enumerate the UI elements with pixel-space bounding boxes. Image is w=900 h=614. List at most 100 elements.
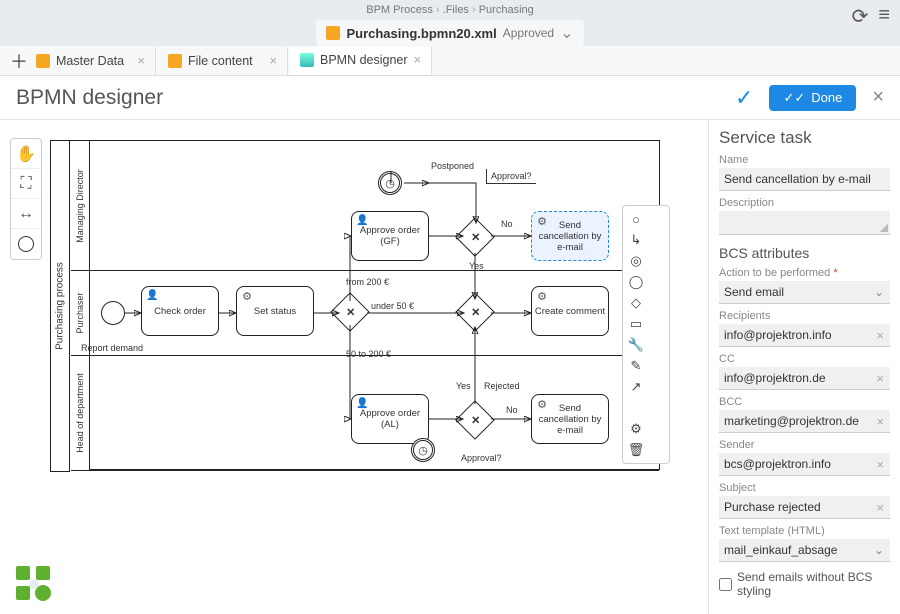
annotation[interactable]: ✎: [627, 357, 645, 375]
service-task-icon: [536, 398, 548, 410]
task-send-cancel-top[interactable]: Send cancellation by e-mail: [531, 211, 609, 261]
edge-label: 50 to 200 €: [346, 349, 391, 359]
name-input[interactable]: Send cancellation by e-mail: [719, 168, 890, 191]
timer-event-top[interactable]: ◷: [378, 171, 402, 195]
master-data-icon: [36, 54, 50, 68]
pool-purchasing-process[interactable]: Purchasing process Managing Director Pur…: [50, 140, 660, 470]
done-label: Done: [811, 90, 842, 105]
breadcrumb[interactable]: BPM Process.FilesPurchasing: [366, 4, 534, 16]
template-label: Text template (HTML): [719, 525, 890, 537]
clear-icon[interactable]: ×: [876, 500, 884, 515]
cc-label: CC: [719, 353, 890, 365]
task-set-status[interactable]: Set status: [236, 286, 314, 336]
edge-label: Yes: [456, 381, 471, 391]
user-task-icon: [356, 215, 368, 227]
lane-label: Managing Director: [70, 141, 90, 270]
append-end-event[interactable]: ◯: [627, 273, 645, 291]
tool-palette: ✋ ⛶ ↔: [10, 138, 42, 260]
task-approve-gf[interactable]: Approve order (GF): [351, 211, 429, 261]
clear-icon[interactable]: ×: [876, 457, 884, 472]
clear-icon[interactable]: ×: [876, 328, 884, 343]
edge-label: Report demand: [81, 343, 143, 353]
lane-label: Head of department: [70, 356, 90, 470]
timer-event-bot[interactable]: ◷: [411, 438, 435, 462]
task-send-cancel-bot[interactable]: Send cancellation by e-mail: [531, 394, 609, 444]
tab-label: File content: [188, 54, 253, 68]
bpmn-canvas[interactable]: ✋ ⛶ ↔ Purchasing process Managing Direct…: [0, 120, 710, 614]
append-gateway[interactable]: ◇: [627, 294, 645, 312]
sender-input[interactable]: bcs@projektron.info×: [719, 453, 890, 476]
change-type[interactable]: 🔧: [627, 336, 645, 354]
no-styling-checkbox[interactable]: [719, 578, 732, 591]
bcs-attributes-title: BCS attributes: [719, 245, 890, 261]
start-event[interactable]: [101, 301, 125, 325]
action-select[interactable]: Send email: [719, 281, 890, 304]
settings-icon[interactable]: ⚙: [627, 420, 645, 438]
tab-label: BPMN designer: [320, 53, 408, 67]
tab-bar: ＋ Master Data × File content × BPMN desi…: [0, 46, 900, 76]
chevron-down-icon[interactable]: ⌄: [560, 23, 573, 43]
file-name: Purchasing.bpmn20.xml: [346, 26, 496, 41]
task-create-comment[interactable]: Create comment: [531, 286, 609, 336]
append-flow[interactable]: ↳: [627, 231, 645, 249]
tab-label: Master Data: [56, 54, 124, 68]
clear-icon[interactable]: ×: [876, 414, 884, 429]
edge-label: Yes: [469, 261, 484, 271]
delete-icon[interactable]: 🗑: [627, 441, 645, 459]
recipients-label: Recipients: [719, 310, 890, 322]
edge-label: under 50 €: [371, 301, 414, 311]
context-palette: ○ ↳ ◎ ◯ ◇ ▭ 🔧 ✎ ↗ ⚙ 🗑: [622, 205, 670, 464]
append-task[interactable]: ▭: [627, 315, 645, 333]
append-intermediate[interactable]: ◎: [627, 252, 645, 270]
description-label: Description: [719, 197, 890, 209]
template-select[interactable]: mail_einkauf_absage: [719, 539, 890, 562]
task-check-order[interactable]: Check order: [141, 286, 219, 336]
close-icon[interactable]: ×: [414, 52, 422, 67]
edge-label: No: [501, 219, 513, 229]
recipients-input[interactable]: info@projektron.info×: [719, 324, 890, 347]
create-start-event[interactable]: [11, 229, 41, 259]
page-title: BPMN designer: [16, 86, 163, 110]
edge-label: Rejected: [484, 381, 520, 391]
space-tool[interactable]: ↔: [11, 199, 41, 229]
done-check-icon: ✓✓: [783, 90, 805, 106]
lasso-tool[interactable]: ⛶: [11, 169, 41, 199]
done-button[interactable]: ✓✓ Done: [769, 85, 856, 111]
no-styling-label: Send emails without BCS styling: [737, 570, 890, 598]
user-task-icon: [356, 398, 368, 410]
add-tab-button[interactable]: ＋: [4, 48, 24, 74]
edge-label: Approval?: [461, 453, 502, 463]
sender-label: Sender: [719, 439, 890, 451]
pool-label: Purchasing process: [50, 140, 70, 472]
file-status: Approved: [503, 26, 554, 40]
action-label: Action to be performed: [719, 267, 890, 279]
tab-bpmn-designer[interactable]: BPMN designer ×: [290, 47, 432, 75]
task-approve-al[interactable]: Approve order (AL): [351, 394, 429, 444]
edge-label: from 200 €: [346, 277, 389, 287]
tab-file-content[interactable]: File content ×: [158, 47, 288, 75]
close-designer-icon[interactable]: ×: [872, 86, 884, 109]
service-task-icon: [241, 290, 253, 302]
hand-tool[interactable]: ✋: [11, 139, 41, 169]
clear-icon[interactable]: ×: [876, 371, 884, 386]
tab-master-data[interactable]: Master Data ×: [26, 47, 156, 75]
file-header[interactable]: Purchasing.bpmn20.xml Approved ⌄: [316, 20, 583, 46]
refresh-icon[interactable]: ⟳: [852, 4, 869, 29]
append-start-event[interactable]: ○: [627, 210, 645, 228]
close-icon[interactable]: ×: [137, 53, 145, 68]
bcc-input[interactable]: marketing@projektron.de×: [719, 410, 890, 433]
subject-input[interactable]: Purchase rejected×: [719, 496, 890, 519]
app-logo: [16, 566, 52, 602]
description-input[interactable]: [719, 211, 890, 235]
edge-label: Postponed: [431, 161, 474, 171]
validate-icon[interactable]: ✓: [735, 85, 753, 111]
cc-input[interactable]: info@projektron.de×: [719, 367, 890, 390]
service-task-icon: [536, 215, 548, 227]
connect[interactable]: ↗: [627, 378, 645, 396]
close-icon[interactable]: ×: [269, 53, 277, 68]
file-content-icon: [168, 54, 182, 68]
panel-title: Service task: [719, 128, 890, 148]
edge-label: Approval?: [486, 169, 536, 184]
properties-panel: Service task Name Send cancellation by e…: [708, 120, 900, 614]
menu-icon[interactable]: ≡: [878, 4, 890, 29]
